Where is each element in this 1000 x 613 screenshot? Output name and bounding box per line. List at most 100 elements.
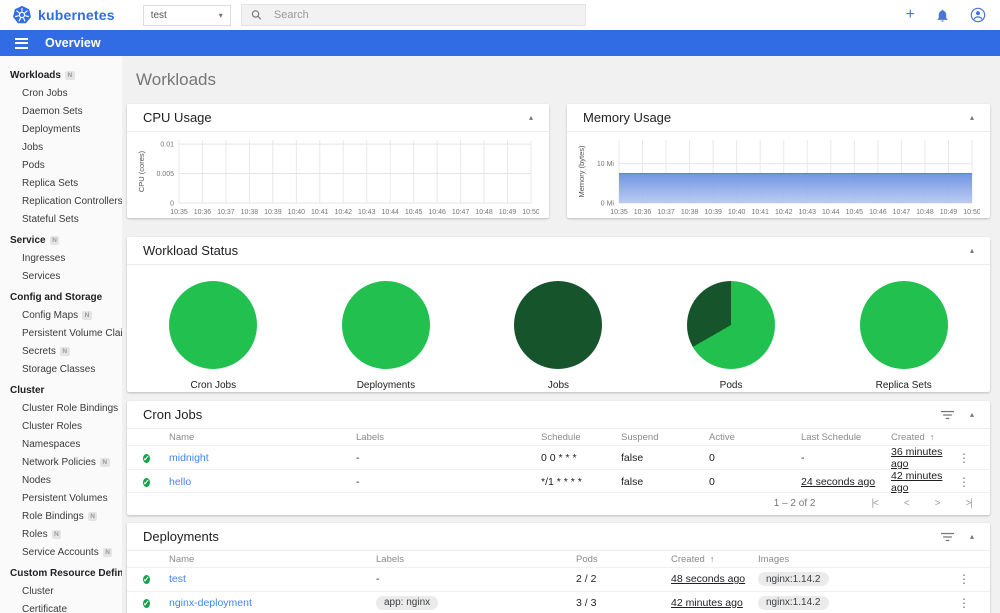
- table-row: ✓ hello - */1 * * * * false 0 24 seconds ago 42…: [127, 470, 990, 494]
- sidebar-item-stateful-sets[interactable]: Stateful Sets: [0, 210, 122, 228]
- sidebar-item-ingresses[interactable]: Ingresses: [0, 249, 122, 267]
- next-page-icon[interactable]: >: [935, 498, 941, 509]
- card-title: Deployments: [143, 529, 219, 544]
- sidebar-item-role-bindings[interactable]: Role Bindings N: [0, 507, 122, 525]
- svg-text:10:35: 10:35: [170, 209, 188, 216]
- collapse-icon[interactable]: ▴: [970, 113, 974, 122]
- sidebar-item-network-policies[interactable]: Network Policies N: [0, 453, 122, 471]
- collapse-icon[interactable]: ▴: [970, 410, 974, 419]
- row-actions-kebab-menu[interactable]: ⋮: [954, 572, 974, 586]
- column-header-name[interactable]: Name: [169, 554, 376, 565]
- sidebar-item-cluster[interactable]: Cluster: [0, 582, 122, 600]
- sidebar-item-jobs[interactable]: Jobs: [0, 138, 122, 156]
- collapse-icon[interactable]: ▴: [529, 113, 533, 122]
- cell-name[interactable]: nginx-deployment: [169, 597, 376, 609]
- sidebar-item-replication-controllers[interactable]: Replication Controllers: [0, 192, 122, 210]
- column-header-name[interactable]: Name: [169, 432, 356, 443]
- sidebar-item-cluster-roles[interactable]: Cluster Roles: [0, 417, 122, 435]
- cell-pods: 3 / 3: [576, 596, 597, 609]
- collapse-icon[interactable]: ▴: [970, 532, 974, 541]
- cell-name[interactable]: hello: [169, 476, 356, 488]
- label-chip: app: nginx: [376, 595, 439, 610]
- previous-page-icon[interactable]: <: [904, 498, 910, 509]
- sidebar-item-label: Secrets: [22, 345, 56, 357]
- cell-created: 48 seconds ago: [671, 573, 746, 586]
- sidebar-item-secrets[interactable]: Secrets N: [0, 342, 122, 360]
- filter-icon[interactable]: [940, 532, 954, 542]
- create-resource-button[interactable]: +: [906, 7, 915, 23]
- card-title: Memory Usage: [583, 110, 672, 125]
- sidebar-item-pods[interactable]: Pods: [0, 156, 122, 174]
- sidebar-item-service-accounts[interactable]: Service Accounts N: [0, 543, 122, 561]
- chevron-down-icon: ▾: [218, 10, 223, 20]
- filter-icon[interactable]: [940, 410, 954, 420]
- cron-jobs-pie-chart[interactable]: [169, 281, 258, 369]
- column-header-labels[interactable]: Labels: [376, 554, 576, 565]
- last-page-icon[interactable]: >|: [966, 498, 974, 509]
- sidebar-item-label: Service: [10, 234, 46, 246]
- card-title: Workload Status: [143, 243, 239, 258]
- column-header-suspend[interactable]: Suspend: [621, 432, 709, 443]
- namespace-selector[interactable]: test ▾: [142, 4, 231, 26]
- sidebar-item-cluster-role-bindings[interactable]: Cluster Role Bindings: [0, 399, 122, 417]
- column-header-created[interactable]: Created ↑: [891, 432, 950, 443]
- sidebar-item-replica-sets[interactable]: Replica Sets: [0, 174, 122, 192]
- search-bar[interactable]: [240, 4, 586, 26]
- cron-jobs-table: Name Labels Schedule Suspend Active Last Sche…: [127, 429, 990, 494]
- notifications-bell-icon[interactable]: [935, 8, 950, 23]
- user-account-icon[interactable]: [970, 7, 986, 23]
- sidebar: Workloads N Cron Jobs Daemon Sets Deployment…: [0, 56, 122, 613]
- deployments-pie-chart[interactable]: [341, 281, 430, 369]
- column-header-schedule[interactable]: Schedule: [541, 432, 621, 443]
- sidebar-item-daemon-sets[interactable]: Daemon Sets: [0, 102, 122, 120]
- sidebar-item-label: Stateful Sets: [22, 213, 79, 225]
- column-header-created[interactable]: Created ↑: [671, 554, 758, 565]
- sidebar-item-persistent-volumes[interactable]: Persistent Volumes: [0, 489, 122, 507]
- pods-pie-chart[interactable]: [687, 281, 776, 369]
- cell-name[interactable]: test: [169, 573, 376, 585]
- svg-text:10:36: 10:36: [634, 209, 652, 216]
- sidebar-item-roles[interactable]: Roles N: [0, 525, 122, 543]
- workload-status-pods: Pods: [687, 281, 776, 391]
- row-actions-kebab-menu[interactable]: ⋮: [954, 451, 974, 465]
- sidebar-item-nodes[interactable]: Nodes: [0, 471, 122, 489]
- column-header-last-schedule[interactable]: Last Schedule: [801, 432, 891, 443]
- collapse-icon[interactable]: ▴: [970, 246, 974, 255]
- jobs-pie-chart[interactable]: [514, 281, 603, 369]
- column-header-active[interactable]: Active: [709, 432, 801, 443]
- sidebar-item-services[interactable]: Services: [0, 267, 122, 285]
- sidebar-item-config-maps[interactable]: Config Maps N: [0, 306, 122, 324]
- svg-text:10:41: 10:41: [751, 209, 769, 216]
- cell-name[interactable]: midnight: [169, 452, 356, 464]
- svg-text:10:48: 10:48: [916, 209, 934, 216]
- sidebar-item-service[interactable]: Service N: [0, 231, 122, 249]
- sidebar-item-cluster[interactable]: Cluster: [0, 381, 122, 399]
- sidebar-item-storage-classes[interactable]: Storage Classes: [0, 360, 122, 378]
- sidebar-item-config-and-storage[interactable]: Config and Storage: [0, 288, 122, 306]
- kubernetes-logo[interactable]: kubernetes: [12, 5, 115, 25]
- svg-text:10:43: 10:43: [358, 209, 376, 216]
- column-header-pods[interactable]: Pods: [576, 554, 671, 565]
- sidebar-item-certificate[interactable]: Certificate: [0, 600, 122, 613]
- sidebar-item-workloads[interactable]: Workloads N: [0, 66, 122, 84]
- cell-last-schedule: -: [801, 452, 805, 464]
- first-page-icon[interactable]: |<: [871, 498, 879, 509]
- sidebar-item-namespaces[interactable]: Namespaces: [0, 435, 122, 453]
- sort-ascending-icon: ↑: [929, 431, 935, 442]
- menu-hamburger-icon[interactable]: [15, 37, 28, 49]
- sidebar-item-cron-jobs[interactable]: Cron Jobs: [0, 84, 122, 102]
- namespaced-badge: N: [102, 547, 113, 557]
- sidebar-item-persistent-volume-claims[interactable]: Persistent Volume ClaimsN: [0, 324, 122, 342]
- column-header-labels[interactable]: Labels: [356, 432, 541, 443]
- svg-text:0.005: 0.005: [156, 171, 174, 178]
- svg-text:10:49: 10:49: [499, 209, 517, 216]
- row-actions-kebab-menu[interactable]: ⋮: [954, 475, 974, 489]
- svg-text:10:38: 10:38: [681, 209, 699, 216]
- column-header-images[interactable]: Images: [758, 554, 950, 565]
- sidebar-item-deployments[interactable]: Deployments: [0, 120, 122, 138]
- sidebar-item-custom-resource-definitions[interactable]: Custom Resource Definitions: [0, 564, 122, 582]
- search-input[interactable]: [271, 8, 576, 22]
- replica-sets-pie-chart[interactable]: [859, 281, 948, 369]
- namespaced-badge: N: [49, 235, 60, 245]
- row-actions-kebab-menu[interactable]: ⋮: [954, 596, 974, 610]
